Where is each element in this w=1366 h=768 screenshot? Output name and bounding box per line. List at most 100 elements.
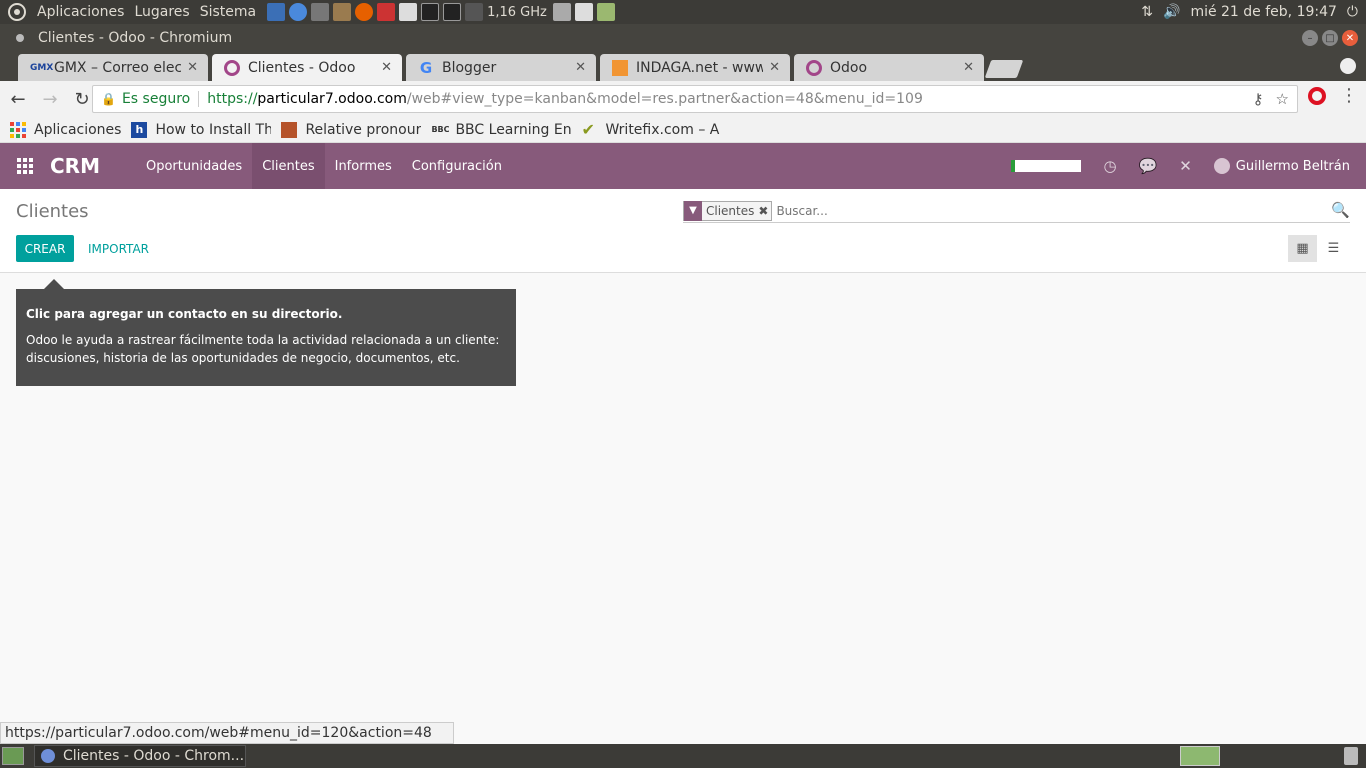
firefox-icon[interactable] [355,3,374,21]
window-close-icon[interactable]: ✕ [1342,30,1358,46]
bookmark-relative-pronouns[interactable]: Relative pronour [281,121,422,138]
key-icon[interactable]: ⚷ [1253,90,1264,108]
document-icon[interactable] [267,3,286,21]
minimize-icon[interactable]: – [1302,30,1318,46]
user-menu[interactable]: Guillermo Beltrán [1213,158,1350,174]
apps-icon [10,121,26,138]
control-panel: Clientes CREAR IMPORTAR ▼ Clientes ✖ 🔍 ▦… [0,189,1366,273]
tab-gmx[interactable]: GMX GMX – Correo electr... ✕ [18,54,208,81]
new-tab-button[interactable] [984,60,1024,78]
user-name: Guillermo Beltrán [1235,158,1350,174]
trash-icon[interactable] [1344,747,1358,765]
app-brand[interactable]: CRM [50,154,100,178]
bookmark-writefix[interactable]: ✔ Writefix.com – A [581,122,721,138]
launcher-tray-2 [552,3,615,21]
drive-icon[interactable] [552,3,571,21]
import-button[interactable]: IMPORTAR [88,235,149,262]
system-menu-lugares[interactable]: Lugares [129,0,194,24]
forward-icon[interactable]: → [36,85,64,113]
system-monitor-icon[interactable] [443,3,462,21]
nav-clientes[interactable]: Clientes [252,143,325,189]
nav-configuracion[interactable]: Configuración [402,143,512,189]
terminal-icon[interactable] [421,3,440,21]
bookmark-star-icon[interactable]: ☆ [1276,90,1289,108]
tab-blogger[interactable]: G Blogger ✕ [406,54,596,81]
nav-oportunidades[interactable]: Oportunidades [136,143,252,189]
indaga-icon [612,59,628,76]
check-icon: ✔ [581,121,595,138]
bookmark-bbc-learning[interactable]: BBC BBC Learning En [431,122,571,138]
tab-close-icon[interactable]: ✕ [963,60,974,75]
facet-label: Clientes [706,203,755,218]
clock[interactable]: mié 21 de feb, 19:47 [1190,4,1336,20]
odoo-icon [806,59,822,76]
apps-menu-icon[interactable] [0,143,50,189]
tool-icon[interactable] [311,3,330,21]
tab-odoo[interactable]: Odoo ✕ [794,54,984,81]
messages-icon[interactable]: 💬 [1139,157,1158,175]
tab-close-icon[interactable]: ✕ [187,60,198,75]
bookmark-label: Writefix.com – A [605,121,720,138]
bbc-icon: BBC [431,125,450,134]
back-icon[interactable]: ← [4,85,32,113]
debug-tools-icon[interactable]: ✕ [1179,157,1192,175]
shield-icon [281,121,298,138]
tab-indaga[interactable]: INDAGA.net - www... ✕ [600,54,790,81]
list-view-icon[interactable]: ☰ [1319,235,1348,262]
url-path: /web#view_type=kanban&model=res.partner&… [406,91,923,107]
editor-icon[interactable] [399,3,418,21]
filter-icon: ▼ [684,200,702,221]
search-icon[interactable]: 🔍 [1331,201,1350,219]
tab-label: Odoo [830,59,868,76]
tab-close-icon[interactable]: ✕ [575,60,586,75]
search-bar: ▼ Clientes ✖ 🔍 [683,199,1350,223]
show-desktop-icon[interactable] [2,747,24,765]
search-facet[interactable]: ▼ Clientes ✖ [683,200,773,221]
secure-label[interactable]: Es seguro [122,91,200,107]
lock-icon[interactable]: 🔒 [101,92,116,106]
search-input[interactable] [776,203,1317,218]
tab-close-icon[interactable]: ✕ [769,60,780,75]
bookmark-aplicaciones[interactable]: Aplicaciones [10,121,121,138]
user-icon[interactable] [596,3,615,21]
address-bar[interactable]: 🔒 Es seguro https:// particular7.odoo.co… [92,85,1298,113]
tab-clientes-odoo[interactable]: Clientes - Odoo ✕ [212,54,402,81]
tab-strip: GMX GMX – Correo electr... ✕ Clientes - … [0,52,1366,81]
nav-informes[interactable]: Informes [325,143,402,189]
facet-remove-icon[interactable]: ✖ [758,204,771,218]
bookmark-how-to-install[interactable]: h How to Install Th [131,121,272,138]
network-icon[interactable]: ⇅ [1141,4,1153,20]
create-button[interactable]: CREAR [16,235,74,262]
profile-icon[interactable] [1340,58,1356,74]
books-icon[interactable] [333,3,352,21]
tab-label: Clientes - Odoo [248,59,356,76]
taskbar-window-item[interactable]: Clientes - Odoo - Chrom... [34,745,246,767]
opera-extension-icon[interactable] [1308,87,1326,105]
volume-icon[interactable]: 🔊 [1163,4,1180,20]
power-icon[interactable]: ⏻ [1347,4,1358,20]
gmx-icon: GMX [30,62,54,73]
chromium-icon[interactable] [289,3,308,21]
taskbar-window-label: Clientes - Odoo - Chrom... [63,748,245,764]
ubuntu-logo-icon[interactable] [8,3,26,21]
url-scheme: https:// [207,91,258,107]
system-menu-sistema[interactable]: Sistema [195,0,261,24]
menu-kebab-icon[interactable]: ⋮ [1340,85,1358,106]
url-host: particular7.odoo.com [257,91,407,107]
maximize-icon[interactable]: □ [1322,30,1338,46]
tab-close-icon[interactable]: ✕ [381,60,392,75]
system-menu-aplicaciones[interactable]: Aplicaciones [32,0,129,24]
bookmark-label: How to Install Th [155,121,272,138]
workspace-switcher[interactable] [1180,746,1220,766]
window-menu-icon[interactable] [16,34,24,42]
avatar [1213,158,1230,174]
bookmark-label: Relative pronour [305,121,422,138]
activity-clock-icon[interactable]: ◷ [1103,157,1116,175]
kanban-view-icon[interactable]: ▦ [1288,235,1317,262]
screenshot-icon[interactable] [574,3,593,21]
download-icon[interactable] [377,3,396,21]
onboarding-progress-bar[interactable] [1011,160,1082,172]
status-url-bubble: https://particular7.odoo.com/web#menu_id… [0,722,454,744]
battery-monitor-icon [465,3,484,21]
bookmarks-bar: Aplicaciones h How to Install Th Relativ… [0,117,1366,143]
